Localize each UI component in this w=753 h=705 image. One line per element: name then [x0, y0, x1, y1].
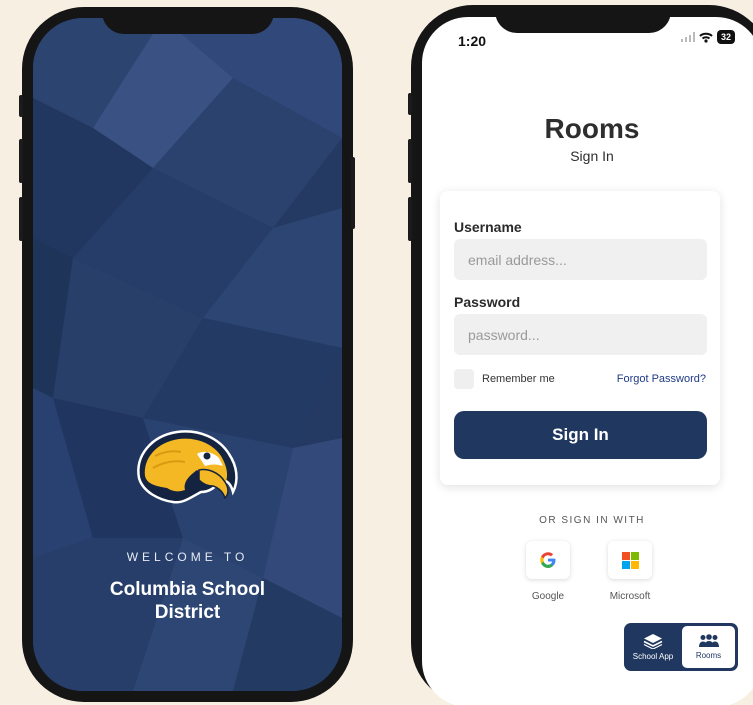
- volume-down-button: [19, 197, 23, 241]
- volume-up-button: [408, 139, 412, 183]
- mute-switch: [408, 93, 412, 115]
- splash-phone: WELCOME TO Columbia School District: [19, 7, 355, 702]
- status-icons: 32: [681, 30, 736, 44]
- username-input[interactable]: [454, 239, 707, 280]
- power-button: [351, 157, 355, 229]
- google-button[interactable]: [526, 541, 570, 579]
- google-label: Google: [531, 591, 565, 602]
- rooms-switch[interactable]: Rooms: [682, 626, 735, 668]
- school-app-switch[interactable]: School App: [627, 626, 679, 668]
- district-name: Columbia School District: [33, 578, 342, 624]
- signal-icon: [681, 32, 695, 42]
- remember-me-checkbox[interactable]: [454, 369, 474, 389]
- microsoft-label: Microsoft: [609, 591, 651, 602]
- phone-notch: [495, 5, 671, 33]
- rooms-label: Rooms: [695, 651, 722, 660]
- welcome-text: WELCOME TO: [126, 550, 249, 564]
- microsoft-signin[interactable]: Microsoft: [600, 541, 660, 602]
- microsoft-icon: [621, 551, 639, 569]
- signin-screen: 1:20 32 Rooms Sign In Username Password: [422, 17, 753, 705]
- layers-icon: [643, 634, 663, 649]
- mute-switch: [19, 95, 23, 117]
- remember-me[interactable]: Remember me: [454, 369, 555, 389]
- wifi-icon: [699, 32, 713, 43]
- page-subtitle: Sign In: [570, 148, 614, 164]
- volume-up-button: [19, 139, 23, 183]
- password-label: Password: [454, 294, 521, 310]
- battery-icon: 32: [717, 30, 736, 44]
- username-label: Username: [454, 219, 522, 235]
- district-name-line-1: Columbia School: [109, 579, 266, 600]
- app-switcher: School App Rooms: [624, 623, 738, 671]
- google-icon: [540, 552, 556, 568]
- or-sign-in-with-heading: OR SIGN IN WITH: [539, 515, 645, 526]
- volume-down-button: [408, 197, 412, 241]
- password-input[interactable]: [454, 314, 707, 355]
- status-time: 1:20: [458, 33, 487, 49]
- eagle-logo-icon: [137, 430, 238, 504]
- google-signin[interactable]: Google: [518, 541, 578, 602]
- forgot-password-link[interactable]: Forgot Password?: [617, 373, 706, 385]
- signin-phone: 1:20 32 Rooms Sign In Username Password: [408, 5, 753, 705]
- school-app-label: School App: [632, 652, 674, 661]
- people-icon: [698, 634, 719, 647]
- phone-notch: [102, 7, 274, 34]
- microsoft-button[interactable]: [608, 541, 652, 579]
- district-name-line-2: District: [154, 602, 221, 623]
- sign-in-button[interactable]: Sign In: [454, 411, 707, 459]
- remember-me-label: Remember me: [482, 373, 555, 385]
- app-title: Rooms: [544, 113, 640, 144]
- login-card: Username Password Remember me Forgot Pas…: [440, 191, 720, 485]
- splash-screen: WELCOME TO Columbia School District: [33, 18, 342, 691]
